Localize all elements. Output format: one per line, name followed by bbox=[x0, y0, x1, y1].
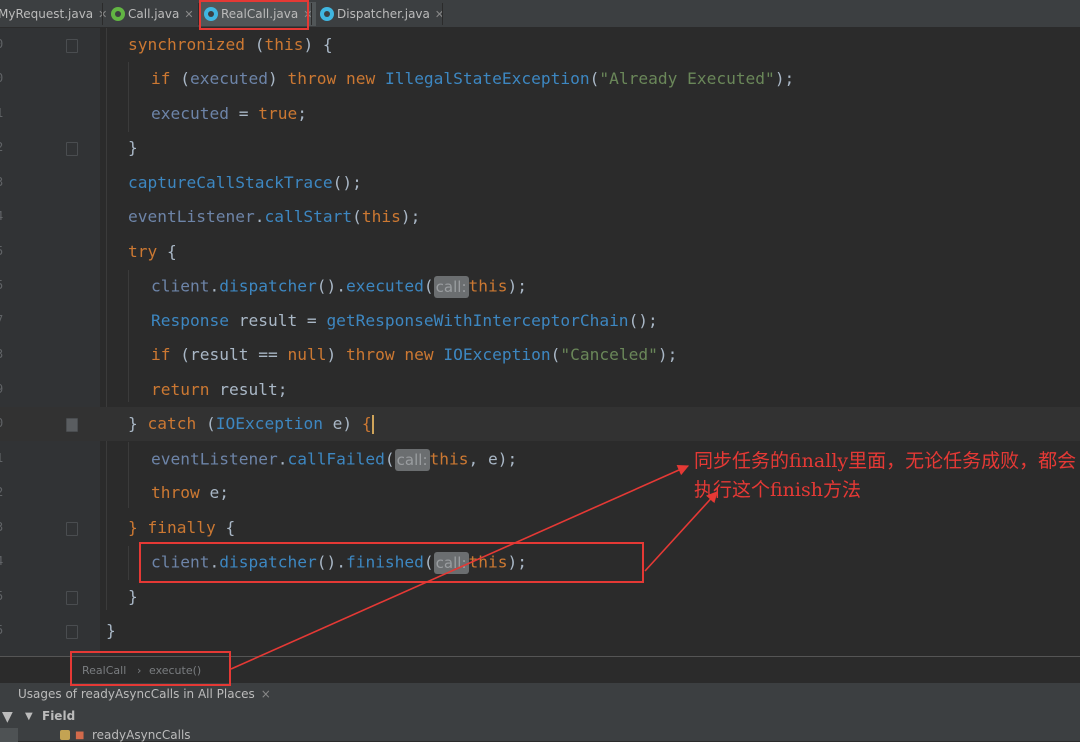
annotation-arrows bbox=[230, 464, 718, 670]
annotation-text: 同步任务的finally里面，无论任务成败，都会执行这个finish方法 bbox=[694, 450, 1077, 501]
